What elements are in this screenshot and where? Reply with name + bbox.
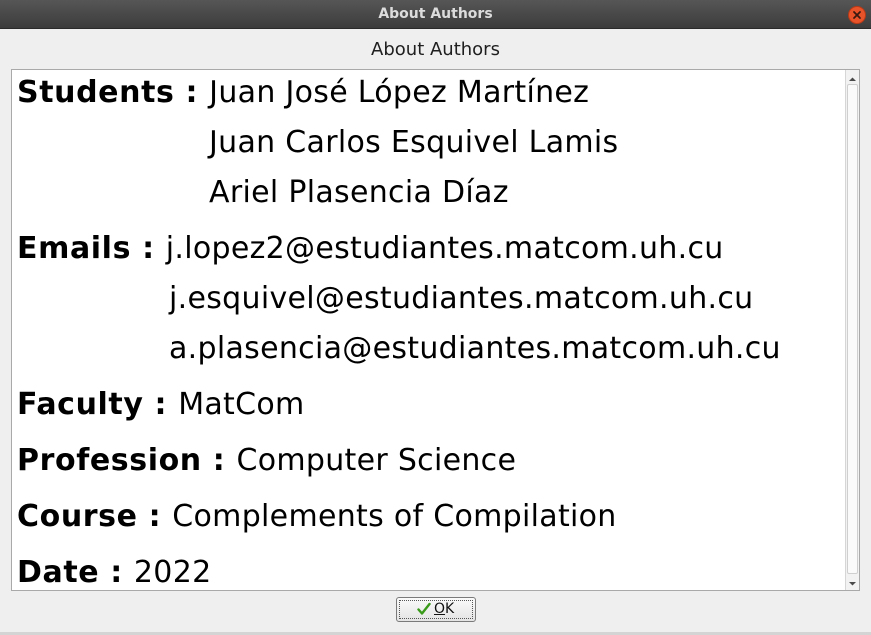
emails-label: Emails : bbox=[17, 231, 166, 266]
date-value: 2022 bbox=[133, 555, 212, 590]
profession-row: Profession : Computer Science bbox=[17, 442, 516, 480]
ok-mnemonic: O bbox=[434, 601, 446, 617]
students-row: Students : Juan José López Martínez bbox=[17, 74, 589, 112]
checkmark-icon bbox=[417, 602, 431, 615]
profession-value: Computer Science bbox=[236, 443, 517, 478]
course-label: Course : bbox=[17, 499, 173, 534]
email-address: j.esquivel@estudiantes.matcom.uh.cu bbox=[169, 281, 754, 316]
scroll-up-button[interactable] bbox=[846, 71, 859, 84]
dialog-heading: About Authors bbox=[371, 39, 500, 60]
faculty-row: Faculty : MatCom bbox=[17, 386, 305, 424]
faculty-value: MatCom bbox=[178, 387, 305, 422]
emails-row: Emails : j.lopez2@estudiantes.matcom.uh.… bbox=[17, 230, 724, 268]
ok-button[interactable]: OK bbox=[396, 597, 476, 622]
student-name: Juan Carlos Esquivel Lamis bbox=[209, 125, 619, 160]
faculty-label: Faculty : bbox=[17, 387, 179, 422]
course-row: Course : Complements of Compilation bbox=[17, 498, 617, 536]
title-bar: About Authors bbox=[0, 0, 871, 29]
date-row: Date : 2022 bbox=[17, 554, 211, 590]
scrollbar-thumb[interactable] bbox=[847, 84, 858, 574]
student-name: Juan José López Martínez bbox=[209, 75, 590, 110]
students-label: Students : bbox=[17, 75, 210, 110]
ok-button-label: OK bbox=[434, 598, 454, 621]
ok-label-rest: K bbox=[445, 601, 455, 617]
close-icon bbox=[853, 11, 861, 19]
vertical-scrollbar[interactable] bbox=[845, 70, 859, 590]
close-button[interactable] bbox=[848, 6, 866, 24]
date-label: Date : bbox=[17, 555, 134, 590]
profession-label: Profession : bbox=[17, 443, 237, 478]
email-address: a.plasencia@estudiantes.matcom.uh.cu bbox=[169, 331, 781, 366]
email-address: j.lopez2@estudiantes.matcom.uh.cu bbox=[165, 231, 724, 266]
scroll-down-button[interactable] bbox=[846, 575, 859, 588]
student-name: Ariel Plasencia Díaz bbox=[209, 175, 509, 210]
course-value: Complements of Compilation bbox=[172, 499, 617, 534]
arrow-down-icon bbox=[849, 582, 856, 586]
info-scroll-area: Students : Juan José López Martínez Juan… bbox=[12, 70, 845, 590]
info-text-area[interactable]: Students : Juan José López Martínez Juan… bbox=[11, 69, 860, 591]
window-title: About Authors bbox=[378, 6, 493, 22]
